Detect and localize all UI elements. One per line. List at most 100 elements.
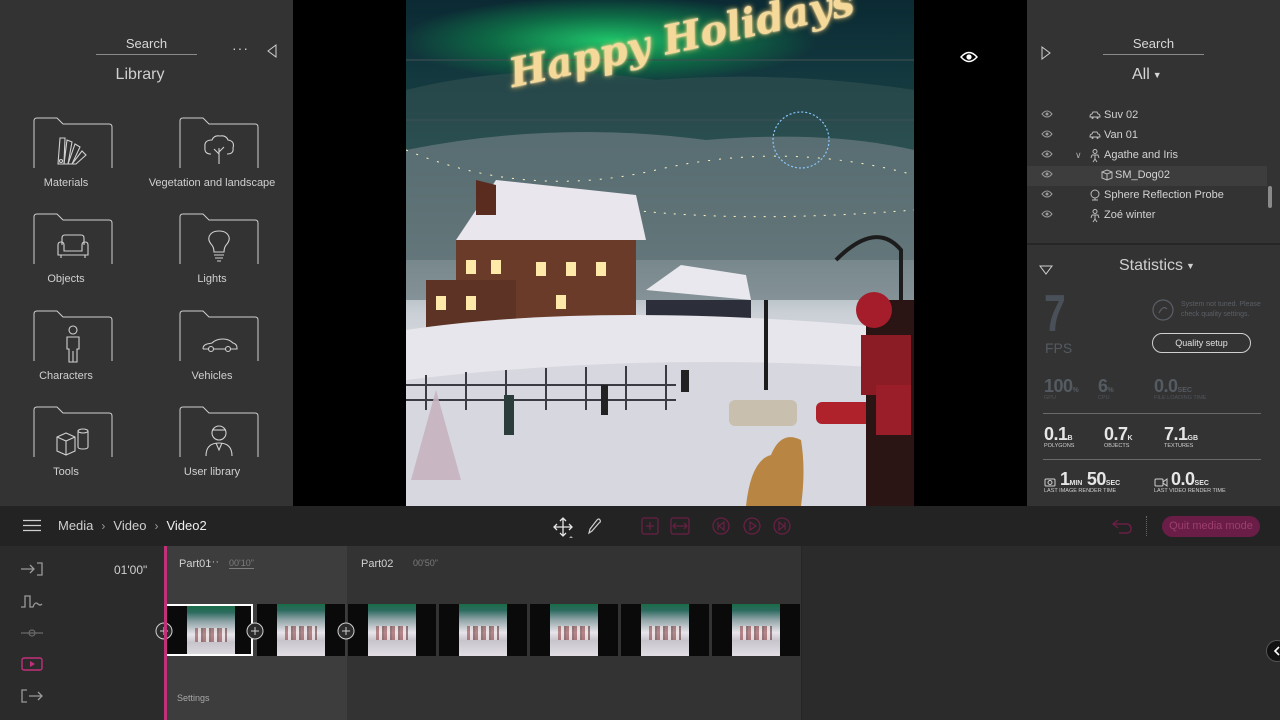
stat-unit: B <box>1067 435 1073 442</box>
clip-thumbnail <box>641 604 689 656</box>
statistics-title: Statistics <box>1119 257 1184 274</box>
timeline: 01'00" Part01 ··· 00'10" Part02 00'50" S… <box>0 546 1280 720</box>
chevron-left-icon[interactable] <box>1266 640 1280 662</box>
part-time[interactable]: 00'10" <box>229 558 254 569</box>
stat-textures: 7.1GB Textures <box>1164 424 1198 449</box>
eye-icon[interactable] <box>960 50 978 68</box>
visibility-eye-icon[interactable] <box>1041 150 1053 158</box>
library-tile-label: Vegetation and landscape <box>148 177 276 189</box>
library-tile-materials[interactable]: Materials <box>11 117 121 192</box>
visibility-eye-icon[interactable] <box>1041 210 1053 218</box>
stat-value-sec: 50 <box>1086 469 1107 489</box>
chevron-right-icon: › <box>154 518 159 533</box>
export-icon[interactable] <box>20 688 44 704</box>
undo-icon[interactable] <box>1112 518 1132 534</box>
expand-right-icon[interactable] <box>1041 46 1051 65</box>
fit-range-icon[interactable] <box>670 517 690 535</box>
timeline-playhead[interactable] <box>164 546 167 720</box>
animation-curve-icon[interactable] <box>20 593 44 609</box>
car-icon <box>1089 111 1101 119</box>
video-track-icon[interactable] <box>20 656 44 672</box>
library-search-input[interactable]: Search <box>96 36 197 55</box>
move-icon[interactable] <box>553 517 573 539</box>
library-tile-user-library[interactable]: User library <box>157 406 267 481</box>
stat-unit: SEC <box>1177 387 1192 394</box>
tree-item-agathe-and-iris[interactable]: ∨ Agathe and Iris <box>1027 146 1267 166</box>
skip-forward-icon[interactable] <box>773 517 791 535</box>
collapse-left-icon[interactable] <box>267 44 277 63</box>
camera-icon <box>1044 478 1056 487</box>
stat-label: Last image render time <box>1044 488 1117 494</box>
stat-label: Textures <box>1164 443 1194 449</box>
clip-thumbnail <box>277 604 325 656</box>
timeline-clip[interactable] <box>530 604 618 656</box>
collapse-statistics-icon[interactable] <box>1039 262 1053 280</box>
settings-label[interactable]: Settings <box>177 693 210 703</box>
import-icon[interactable] <box>20 561 44 577</box>
timeline-clip[interactable] <box>439 604 527 656</box>
library-tile-tools[interactable]: Tools <box>11 406 121 481</box>
stat-value: 0.0 <box>1171 469 1195 489</box>
library-more-button[interactable]: ··· <box>232 40 249 56</box>
stat-value: 0.0 <box>1154 376 1178 396</box>
pipette-icon[interactable] <box>587 517 601 535</box>
stat-objects: 0.7K Objects <box>1104 424 1133 449</box>
clip-thumbnail <box>187 606 235 654</box>
breadcrumb-video[interactable]: Video <box>113 518 146 533</box>
slider-icon[interactable] <box>20 625 44 641</box>
cubes-icon <box>56 428 89 456</box>
skip-back-icon[interactable] <box>712 517 730 535</box>
tree-item-sphere-reflection-probe[interactable]: Sphere Reflection Probe <box>1027 186 1267 206</box>
part-more-button[interactable]: ··· <box>208 556 219 568</box>
person-icon <box>1090 209 1100 223</box>
tree-item-label: Suv 02 <box>1104 109 1139 121</box>
part-label: Part02 <box>361 558 394 570</box>
stat-value: 6 <box>1098 376 1108 396</box>
quality-setup-button[interactable]: Quality setup <box>1152 333 1251 353</box>
library-tile-vehicles[interactable]: Vehicles <box>157 310 267 385</box>
add-clip-icon[interactable] <box>246 622 264 640</box>
chevron-down-icon[interactable]: ∨ <box>1075 150 1082 161</box>
stat-value: 100 <box>1044 376 1073 396</box>
library-tile-vegetation[interactable]: Vegetation and landscape <box>149 117 275 192</box>
scene-filter-dropdown[interactable]: All ▼ <box>1132 66 1162 84</box>
visibility-eye-icon[interactable] <box>1041 190 1053 198</box>
scene-search-input[interactable]: Search <box>1103 36 1204 55</box>
library-tile-objects[interactable]: Objects <box>11 213 121 288</box>
timeline-clip[interactable] <box>165 604 253 656</box>
stat-value: 0.1 <box>1044 424 1068 444</box>
tree-item-label: SM_Dog02 <box>1115 169 1171 181</box>
visibility-eye-icon[interactable] <box>1041 110 1053 118</box>
visibility-eye-icon[interactable] <box>1041 130 1053 138</box>
tree-item-suv02[interactable]: Suv 02 <box>1027 106 1267 126</box>
tree-item-van01[interactable]: Van 01 <box>1027 126 1267 146</box>
render-viewport[interactable]: Happy Holidays <box>293 0 1027 506</box>
add-keyframe-icon[interactable] <box>641 517 659 535</box>
filter-value: All <box>1132 66 1150 83</box>
statistics-dropdown[interactable]: Statistics ▼ <box>1119 257 1195 275</box>
video-camera-icon <box>1154 478 1168 487</box>
library-tile-lights[interactable]: Lights <box>157 213 267 288</box>
stat-last-video-render: 0.0SEC Last video render time <box>1154 469 1226 494</box>
stat-value: 0.7 <box>1104 424 1128 444</box>
stat-unit: GB <box>1187 435 1199 442</box>
stat-unit: K <box>1127 435 1133 442</box>
visibility-eye-icon[interactable] <box>1041 170 1053 178</box>
quit-media-mode-button[interactable]: Quit media mode <box>1162 516 1260 537</box>
part-label: Part01 <box>179 558 212 570</box>
breadcrumb-media[interactable]: Media <box>58 518 93 533</box>
timeline-clip[interactable] <box>621 604 709 656</box>
play-icon[interactable] <box>743 517 761 535</box>
part-time[interactable]: 00'50" <box>413 558 438 568</box>
add-clip-icon[interactable] <box>337 622 355 640</box>
stat-unit: SEC <box>1194 480 1209 487</box>
timeline-clip[interactable] <box>257 604 345 656</box>
timeline-clip[interactable] <box>348 604 436 656</box>
tree-item-zoe-winter[interactable]: Zoé winter <box>1027 206 1267 226</box>
scene-tree-scrollbar[interactable] <box>1268 186 1272 208</box>
timeline-clip[interactable] <box>712 604 800 656</box>
tree-item-sm-dog02[interactable]: SM_Dog02 <box>1027 166 1267 186</box>
menu-icon[interactable] <box>22 519 42 532</box>
tree-item-label: Van 01 <box>1104 129 1139 141</box>
library-tile-characters[interactable]: Characters <box>11 310 121 385</box>
